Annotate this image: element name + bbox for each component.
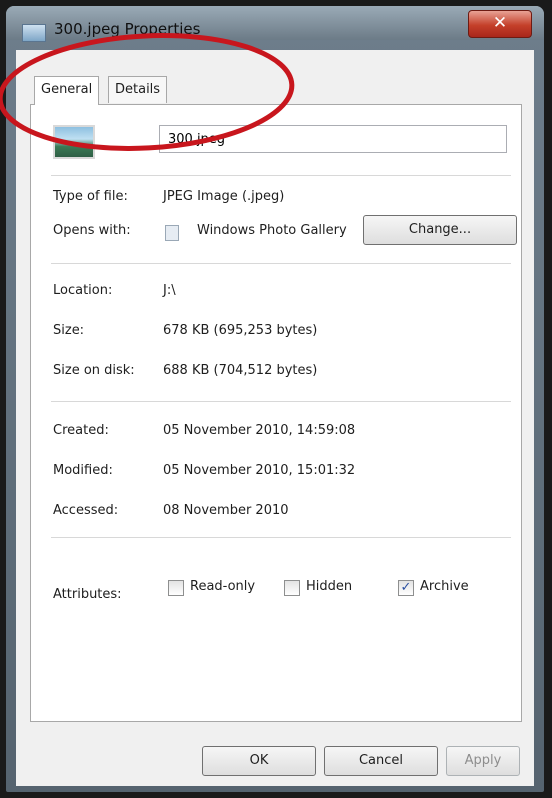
accessed-value: 08 November 2010 xyxy=(163,503,289,518)
image-file-icon xyxy=(53,125,95,159)
divider xyxy=(51,175,511,176)
divider xyxy=(51,537,511,538)
size-label: Size: xyxy=(53,323,85,338)
divider xyxy=(51,263,511,264)
modified-value: 05 November 2010, 15:01:32 xyxy=(163,463,356,478)
title-bar[interactable]: 300.jpeg Properties ✕ xyxy=(6,6,544,42)
size-value: 678 KB (695,253 bytes) xyxy=(163,323,318,338)
readonly-checkbox[interactable] xyxy=(168,580,184,596)
tab-details[interactable]: Details xyxy=(108,76,168,103)
ok-button[interactable]: OK xyxy=(202,746,316,776)
accessed-label: Accessed: xyxy=(53,503,119,518)
window-title: 300.jpeg Properties xyxy=(54,20,201,38)
checkmark-icon: ✓ xyxy=(400,580,412,595)
opens-with-value: Windows Photo Gallery xyxy=(197,223,347,238)
size-on-disk-label: Size on disk: xyxy=(53,363,135,378)
type-of-file-label: Type of file: xyxy=(53,189,128,204)
archive-label[interactable]: Archive xyxy=(420,579,469,594)
general-tab-panel: Type of file: JPEG Image (.jpeg) Opens w… xyxy=(30,104,522,722)
apply-button[interactable]: Apply xyxy=(446,746,520,776)
divider xyxy=(51,401,511,402)
cancel-button[interactable]: Cancel xyxy=(324,746,438,776)
dialog-client-area: General Details Type of file: JPEG Image… xyxy=(16,50,534,786)
location-label: Location: xyxy=(53,283,113,298)
close-button[interactable]: ✕ xyxy=(468,10,532,38)
tab-general[interactable]: General xyxy=(34,76,100,105)
file-name-input[interactable] xyxy=(159,125,507,153)
hidden-checkbox[interactable] xyxy=(284,580,300,596)
hidden-label[interactable]: Hidden xyxy=(306,579,352,594)
change-button[interactable]: Change... xyxy=(363,215,517,245)
modified-label: Modified: xyxy=(53,463,113,478)
properties-window: 300.jpeg Properties ✕ General Details Ty… xyxy=(6,6,544,792)
opens-with-label: Opens with: xyxy=(53,223,131,238)
attributes-label: Attributes: xyxy=(53,587,122,602)
type-of-file-value: JPEG Image (.jpeg) xyxy=(163,189,285,204)
photo-gallery-icon xyxy=(165,225,179,241)
size-on-disk-value: 688 KB (704,512 bytes) xyxy=(163,363,318,378)
archive-checkbox[interactable]: ✓ xyxy=(398,580,414,596)
change-button-label: Change... xyxy=(408,222,472,237)
created-value: 05 November 2010, 14:59:08 xyxy=(163,423,356,438)
image-file-icon xyxy=(22,24,46,42)
readonly-label[interactable]: Read-only xyxy=(190,579,255,594)
location-value: J:\ xyxy=(163,283,176,298)
created-label: Created: xyxy=(53,423,109,438)
